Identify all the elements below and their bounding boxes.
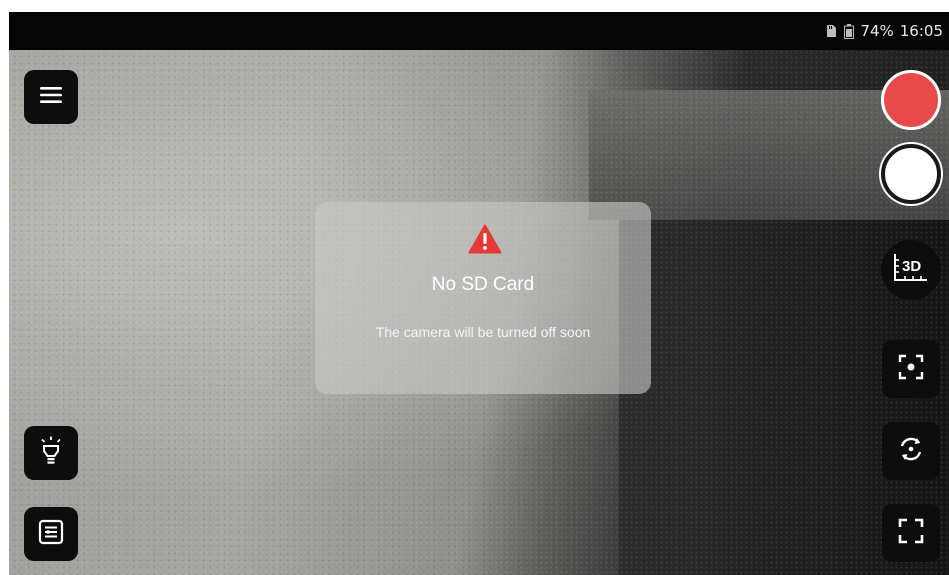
rotate-button[interactable] [882, 422, 940, 480]
3d-measure-button[interactable]: 3D [881, 240, 941, 300]
warning-icon [468, 224, 502, 254]
camera-view: 74% 16:05 3D No SD Card The camera will … [9, 12, 949, 575]
focus-button[interactable] [882, 340, 940, 398]
dialog-title: No SD Card [431, 274, 535, 295]
focus-icon [896, 352, 926, 387]
dialog-message: The camera will be turned off soon [375, 324, 591, 340]
3d-measure-icon: 3D [891, 252, 931, 289]
rotate-icon [896, 434, 926, 469]
sd-card-icon [824, 24, 838, 38]
settings-panel-button[interactable] [24, 507, 78, 561]
3d-label: 3D [902, 258, 921, 275]
fullscreen-button[interactable] [882, 504, 940, 562]
clock: 16:05 [899, 22, 943, 40]
record-button[interactable] [881, 70, 941, 130]
menu-button[interactable] [24, 70, 78, 124]
light-button[interactable] [24, 426, 78, 480]
settings-panel-icon [37, 518, 65, 551]
fullscreen-icon [896, 516, 926, 551]
battery-level: 74% [860, 22, 894, 40]
light-bulb-icon [38, 436, 64, 471]
no-sd-card-dialog: No SD Card The camera will be turned off… [315, 202, 651, 394]
battery-icon [844, 23, 855, 39]
status-bar: 74% 16:05 [9, 12, 949, 50]
menu-icon [39, 85, 63, 110]
capture-button[interactable] [881, 144, 941, 204]
